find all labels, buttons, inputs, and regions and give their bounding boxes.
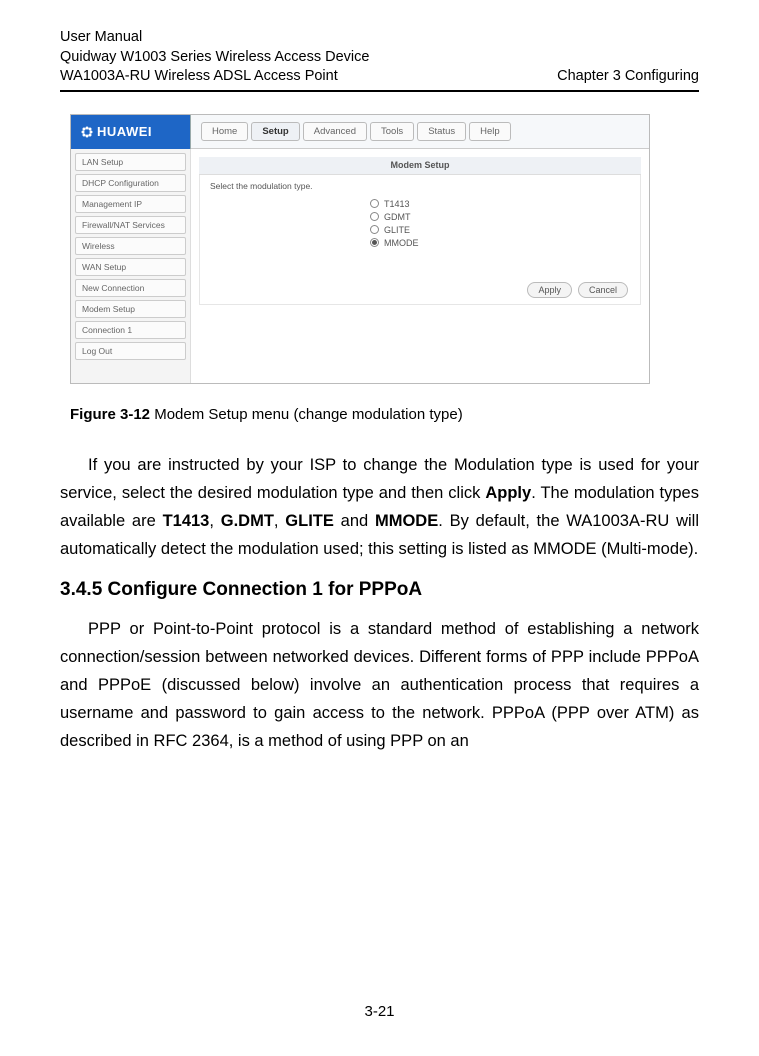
radio-selected-icon [370, 238, 379, 247]
content-area: Modem Setup Select the modulation type. … [191, 149, 649, 383]
sidebar-lan-setup[interactable]: LAN Setup [75, 153, 186, 171]
page-header: User Manual Quidway W1003 Series Wireles… [60, 28, 699, 87]
paragraph-2: PPP or Point-to-Point protocol is a stan… [60, 615, 699, 755]
nav-advanced[interactable]: Advanced [303, 122, 367, 141]
sidebar-new-connection[interactable]: New Connection [75, 279, 186, 297]
nav-setup[interactable]: Setup [251, 122, 299, 141]
figure-caption: Figure 3-12 Modem Setup menu (change mod… [70, 406, 699, 423]
option-mmode[interactable]: MMODE [370, 238, 630, 248]
brand-logo: HUAWEI [71, 115, 191, 149]
option-label: GLITE [384, 225, 410, 235]
radio-icon [370, 199, 379, 208]
header-rule [60, 90, 699, 92]
sidebar-firewall-nat[interactable]: Firewall/NAT Services [75, 216, 186, 234]
embedded-screenshot: HUAWEI Home Setup Advanced Tools Status … [70, 114, 650, 384]
option-label: GDMT [384, 212, 411, 222]
apply-button[interactable]: Apply [527, 282, 572, 298]
paragraph-1: If you are instructed by your ISP to cha… [60, 451, 699, 563]
sidebar-dhcp-config[interactable]: DHCP Configuration [75, 174, 186, 192]
nav-tools[interactable]: Tools [370, 122, 414, 141]
option-label: T1413 [384, 199, 410, 209]
sidebar-connection-1[interactable]: Connection 1 [75, 321, 186, 339]
content-panel: Select the modulation type. T1413 GDMT [199, 175, 641, 305]
top-nav: Home Setup Advanced Tools Status Help [191, 115, 649, 149]
nav-status[interactable]: Status [417, 122, 466, 141]
nav-home[interactable]: Home [201, 122, 248, 141]
option-label: MMODE [384, 238, 419, 248]
page-number: 3-21 [0, 1003, 759, 1020]
sidebar-management-ip[interactable]: Management IP [75, 195, 186, 213]
brand-text: HUAWEI [97, 124, 152, 139]
sidebar: LAN Setup DHCP Configuration Management … [71, 149, 191, 383]
section-heading: 3.4.5 Configure Connection 1 for PPPoA [60, 579, 699, 601]
radio-icon [370, 225, 379, 234]
header-line3-left: WA1003A-RU Wireless ADSL Access Point [60, 67, 338, 87]
sidebar-wan-setup[interactable]: WAN Setup [75, 258, 186, 276]
figure-text: Modem Setup menu (change modulation type… [150, 406, 463, 423]
header-line1: User Manual [60, 28, 699, 48]
option-glite[interactable]: GLITE [370, 225, 630, 235]
sidebar-wireless[interactable]: Wireless [75, 237, 186, 255]
option-gdmt[interactable]: GDMT [370, 212, 630, 222]
radio-icon [370, 212, 379, 221]
panel-title: Modem Setup [199, 157, 641, 175]
sidebar-log-out[interactable]: Log Out [75, 342, 186, 360]
nav-help[interactable]: Help [469, 122, 511, 141]
huawei-flower-icon [81, 126, 93, 138]
sidebar-modem-setup[interactable]: Modem Setup [75, 300, 186, 318]
header-line3-right: Chapter 3 Configuring [557, 67, 699, 87]
cancel-button[interactable]: Cancel [578, 282, 628, 298]
option-t1413[interactable]: T1413 [370, 199, 630, 209]
panel-prompt: Select the modulation type. [210, 181, 630, 191]
figure-number: Figure 3-12 [70, 406, 150, 423]
header-line2: Quidway W1003 Series Wireless Access Dev… [60, 48, 699, 68]
